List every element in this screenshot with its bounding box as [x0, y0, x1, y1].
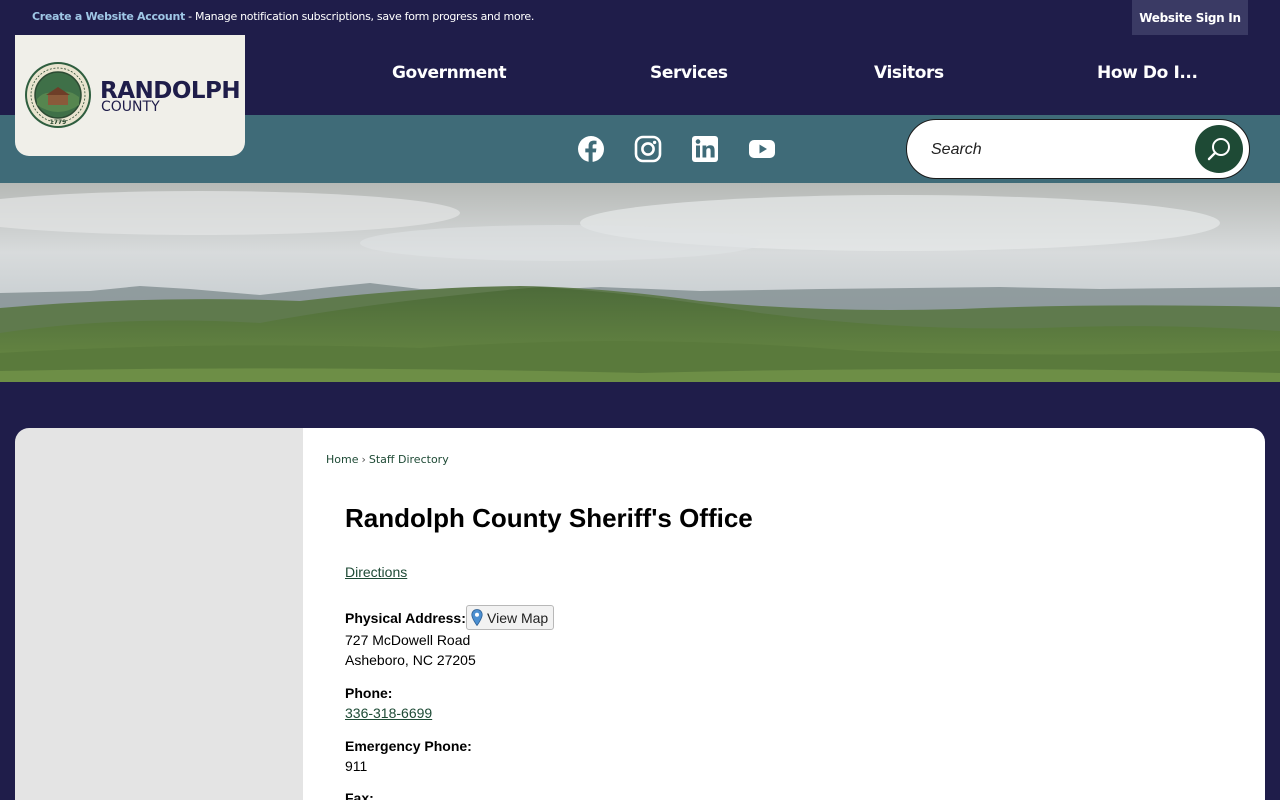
search-button[interactable] [1195, 125, 1243, 173]
breadcrumb-separator: › [361, 453, 366, 466]
instagram-icon[interactable] [634, 135, 662, 163]
main-content: Home › Staff Directory Randolph County She… [303, 428, 1265, 800]
nav-item-services[interactable]: Services [650, 63, 728, 83]
search-input[interactable] [931, 138, 1181, 162]
linkedin-icon[interactable] [691, 135, 719, 163]
page-title: Randolph County Sheriff's Office [345, 503, 753, 533]
directions-link[interactable]: Directions [345, 564, 407, 580]
search-icon [1207, 138, 1230, 161]
address-line-2: Asheboro, NC 27205 [345, 652, 476, 668]
address-line-1: 727 McDowell Road [345, 632, 471, 648]
emergency-phone-label: Emergency Phone: [345, 738, 472, 754]
physical-address-label: Physical Address: [345, 610, 466, 626]
phone-label: Phone: [345, 685, 393, 701]
hero-banner [0, 183, 1280, 382]
breadcrumb: Home › Staff Directory [326, 453, 449, 466]
emergency-phone-value: 911 [345, 758, 368, 774]
fax-label: Fax: [345, 790, 374, 800]
nav-item-how-do-i[interactable]: How Do I... [1097, 63, 1198, 83]
seal-year: 1779 [50, 119, 67, 126]
nav-item-visitors[interactable]: Visitors [874, 63, 944, 83]
account-message: Create a Website Account - Manage notifi… [32, 10, 534, 23]
search-box [906, 119, 1250, 179]
account-message-desc: - Manage notification subscriptions, sav… [184, 10, 535, 23]
breadcrumb-staff-directory[interactable]: Staff Directory [369, 453, 449, 466]
youtube-icon[interactable] [748, 135, 776, 163]
breadcrumb-home[interactable]: Home [326, 453, 358, 466]
county-logo[interactable]: 1779 RANDOLPH COUNTY [15, 35, 245, 156]
create-account-link[interactable]: Create a Website Account [32, 10, 185, 23]
facebook-icon[interactable] [577, 135, 605, 163]
left-sidebar [15, 428, 303, 800]
phone-link[interactable]: 336-318-6699 [345, 705, 432, 721]
utility-bar: Create a Website Account - Manage notifi… [0, 0, 1280, 35]
view-map-button[interactable]: View Map [466, 605, 555, 630]
county-seal-icon: 1779 [25, 62, 91, 128]
map-pin-icon [471, 609, 483, 626]
view-map-label: View Map [487, 609, 549, 626]
logo-sub: COUNTY [101, 99, 160, 115]
nav-item-government[interactable]: Government [392, 63, 507, 83]
sign-in-button[interactable]: Website Sign In [1132, 0, 1248, 35]
